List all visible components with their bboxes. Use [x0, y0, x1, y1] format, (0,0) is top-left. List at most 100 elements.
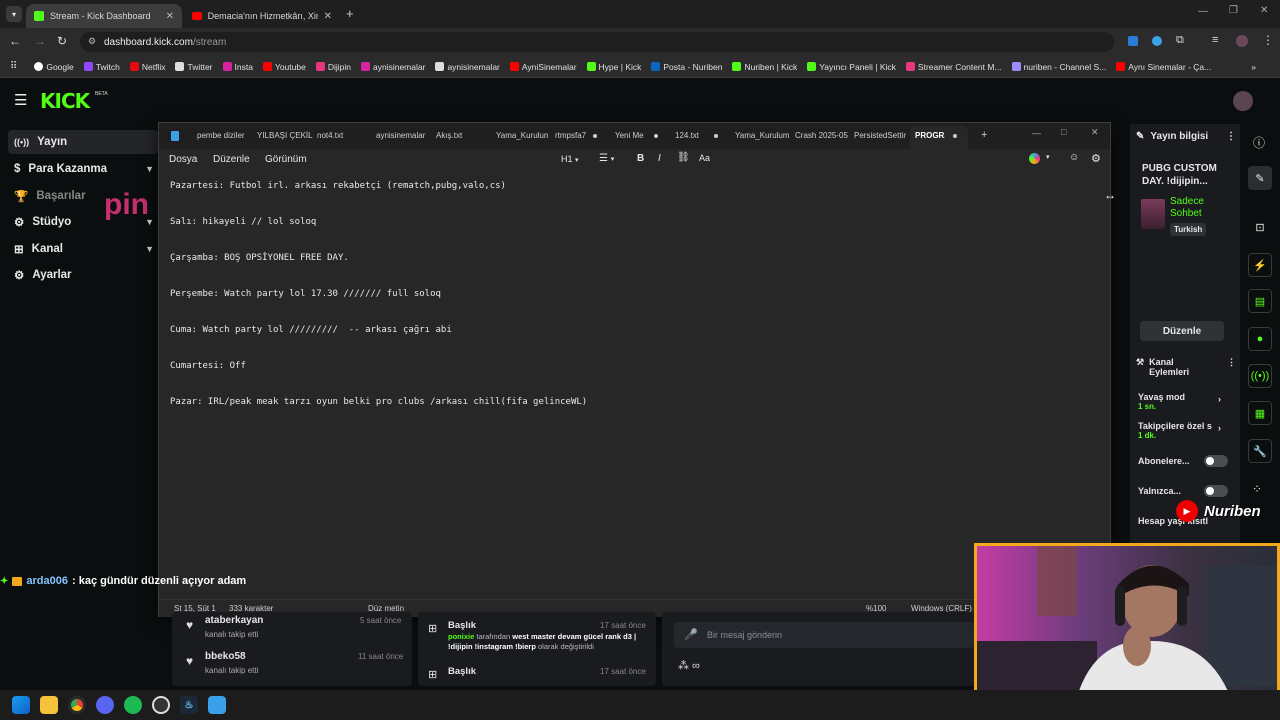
info-icon[interactable]: ⓘ: [1253, 134, 1265, 151]
bookmark-item[interactable]: Yayıncı Paneli | Kick: [802, 62, 901, 72]
user-avatar[interactable]: [1233, 91, 1253, 111]
chat-icon[interactable]: ●: [1248, 327, 1272, 351]
site-info-icon[interactable]: ⚙: [88, 36, 96, 47]
extension-icon[interactable]: [1128, 36, 1138, 46]
notepad-tab[interactable]: Akış.txt: [436, 131, 476, 140]
notepad-tab[interactable]: Yama_Kurulum: [496, 131, 548, 140]
more-icon[interactable]: ⋮: [1226, 131, 1236, 142]
kick-logo[interactable]: KICK: [40, 89, 90, 113]
subscribers-only-toggle[interactable]: [1204, 455, 1228, 467]
clear-format-icon[interactable]: Aa: [699, 153, 710, 163]
steam-icon[interactable]: ♨: [180, 696, 198, 714]
stream-category[interactable]: Sadece Sohbet: [1170, 196, 1230, 220]
tab-search-button[interactable]: ▾: [6, 6, 22, 22]
spotify-icon[interactable]: [124, 696, 142, 714]
emote-only-setting[interactable]: Yalnızca...: [1138, 485, 1230, 497]
edit-stream-button[interactable]: Düzenle: [1140, 321, 1224, 341]
menu-list-icon[interactable]: ≡: [1212, 34, 1218, 46]
puzzle-icon[interactable]: ⧉: [1176, 34, 1184, 47]
bookmark-item[interactable]: nuriben - Channel S...: [1007, 62, 1112, 72]
chevron-down-icon[interactable]: ▾: [1046, 153, 1050, 161]
follower-name[interactable]: bbeko58: [205, 651, 246, 662]
nav-yayin[interactable]: ((•)) Yayın: [8, 130, 158, 154]
follower-name[interactable]: ataberkayan: [205, 615, 263, 626]
layers-icon[interactable]: ▦: [1248, 401, 1272, 425]
new-tab-button[interactable]: +: [346, 6, 354, 21]
bookmark-item[interactable]: Google: [22, 62, 78, 72]
link-icon[interactable]: ⛓: [677, 152, 690, 163]
notepad-tab[interactable]: pembe diziler: [197, 131, 251, 140]
notepad-tab[interactable]: PersistedSettir: [854, 131, 906, 140]
list-icon[interactable]: ☰ ▾: [599, 153, 614, 164]
bookmark-item[interactable]: aynisinemalar: [356, 62, 430, 72]
close-window-icon[interactable]: ✕: [1260, 5, 1268, 16]
bookmark-item[interactable]: Twitter: [170, 62, 217, 72]
minimize-icon[interactable]: —: [1032, 128, 1041, 138]
bookmark-item[interactable]: Twitch: [79, 62, 125, 72]
profile-avatar[interactable]: [1236, 35, 1248, 47]
notepad-tab[interactable]: Crash 2025-05: [795, 131, 849, 140]
heading-dropdown[interactable]: H1 ▾: [561, 154, 579, 164]
bookmark-item[interactable]: Insta: [218, 62, 258, 72]
account-icon[interactable]: ☺: [1069, 152, 1079, 163]
forward-icon[interactable]: →: [34, 34, 46, 48]
extension-icon[interactable]: [1152, 36, 1162, 46]
slow-mode-setting[interactable]: Yavaş mod 1 sn. ›: [1138, 392, 1228, 411]
followers-only-setting[interactable]: Takipçilere özel s 1 dk. ›: [1138, 421, 1228, 440]
bookmark-item[interactable]: Nuriben | Kick: [727, 62, 802, 72]
close-icon[interactable]: ✕: [1091, 127, 1099, 138]
maximize-icon[interactable]: □: [1061, 127, 1066, 137]
microphone-icon[interactable]: 🎤: [684, 628, 698, 641]
bold-icon[interactable]: B: [637, 153, 644, 164]
more-icon[interactable]: ⋮: [1227, 357, 1236, 377]
bookmark-item[interactable]: aynisinemalar: [430, 62, 504, 72]
browser-tab-active[interactable]: Stream - Kick Dashboard ✕: [26, 4, 182, 28]
document-icon[interactable]: ▤: [1248, 289, 1272, 313]
copilot-icon[interactable]: [1029, 153, 1040, 164]
discord-icon[interactable]: [96, 696, 114, 714]
bookmark-item[interactable]: Youtube: [258, 62, 311, 72]
chat-options-icon[interactable]: ⁂ ∞: [678, 659, 700, 672]
chat-input[interactable]: 🎤 Bir mesaj gönderin: [674, 622, 974, 648]
nav-ayarlar[interactable]: ⚙ Ayarlar: [8, 263, 158, 287]
close-icon[interactable]: ✕: [324, 11, 332, 22]
notepad-tab-active[interactable]: PROGRA: [915, 131, 945, 140]
menu-view[interactable]: Görünüm: [265, 154, 307, 165]
italic-icon[interactable]: I: [658, 153, 661, 164]
bookmark-item[interactable]: Dijipin: [311, 62, 356, 72]
minimize-icon[interactable]: —: [1198, 6, 1208, 17]
notepad-taskbar-icon[interactable]: [208, 696, 226, 714]
bookmark-item[interactable]: Streamer Content M...: [901, 62, 1007, 72]
obs-icon[interactable]: [152, 696, 170, 714]
bookmarks-overflow-icon[interactable]: »: [1246, 62, 1280, 72]
settings-gear-icon[interactable]: ⚙: [1091, 152, 1101, 165]
subscribers-only-setting[interactable]: Abonelere...: [1138, 455, 1230, 467]
capture-icon[interactable]: ⊡: [1248, 215, 1272, 239]
close-icon[interactable]: ✕: [166, 11, 174, 22]
dots-icon[interactable]: ⁘: [1252, 482, 1262, 496]
emote-only-toggle[interactable]: [1204, 485, 1228, 497]
bookmark-item[interactable]: AyniSinemalar: [505, 62, 582, 72]
bookmark-item[interactable]: Aynı Sinemalar - Ça...: [1111, 62, 1216, 72]
notepad-tab[interactable]: aynisinemalar: [376, 131, 432, 140]
menu-file[interactable]: Dosya: [169, 154, 197, 165]
chrome-icon[interactable]: [68, 696, 86, 714]
hamburger-icon[interactable]: ☰: [14, 91, 27, 109]
notepad-tab[interactable]: not4.txt: [317, 131, 361, 140]
notepad-tab[interactable]: Yeni Me: [615, 131, 647, 140]
browser-tab[interactable]: Demacia'nın Hizmetkârı, Xin Zh ✕: [184, 4, 340, 28]
notepad-text-area[interactable]: Pazartesi: Futbol irl. arkası rekabetçi …: [159, 171, 1110, 596]
new-tab-button[interactable]: +: [981, 129, 987, 141]
windows-start-icon[interactable]: [12, 696, 30, 714]
lightning-icon[interactable]: ⚡: [1248, 253, 1272, 277]
bookmark-item[interactable]: Hype | Kick: [582, 62, 647, 72]
notepad-tab[interactable]: 124.txt: [675, 131, 705, 140]
more-icon[interactable]: ⋮: [1262, 33, 1274, 47]
menu-edit[interactable]: Düzenle: [213, 154, 250, 165]
nav-para-kazanma[interactable]: $ Para Kazanma ▼: [8, 157, 158, 181]
notepad-tab[interactable]: YILBAŞI ÇEKİLİ: [257, 131, 313, 140]
back-icon[interactable]: ←: [9, 34, 21, 48]
address-field[interactable]: ⚙ dashboard.kick.com/stream: [80, 32, 1114, 52]
reload-icon[interactable]: ↻: [57, 34, 67, 48]
bookmark-item[interactable]: Posta - Nuriben: [646, 62, 727, 72]
